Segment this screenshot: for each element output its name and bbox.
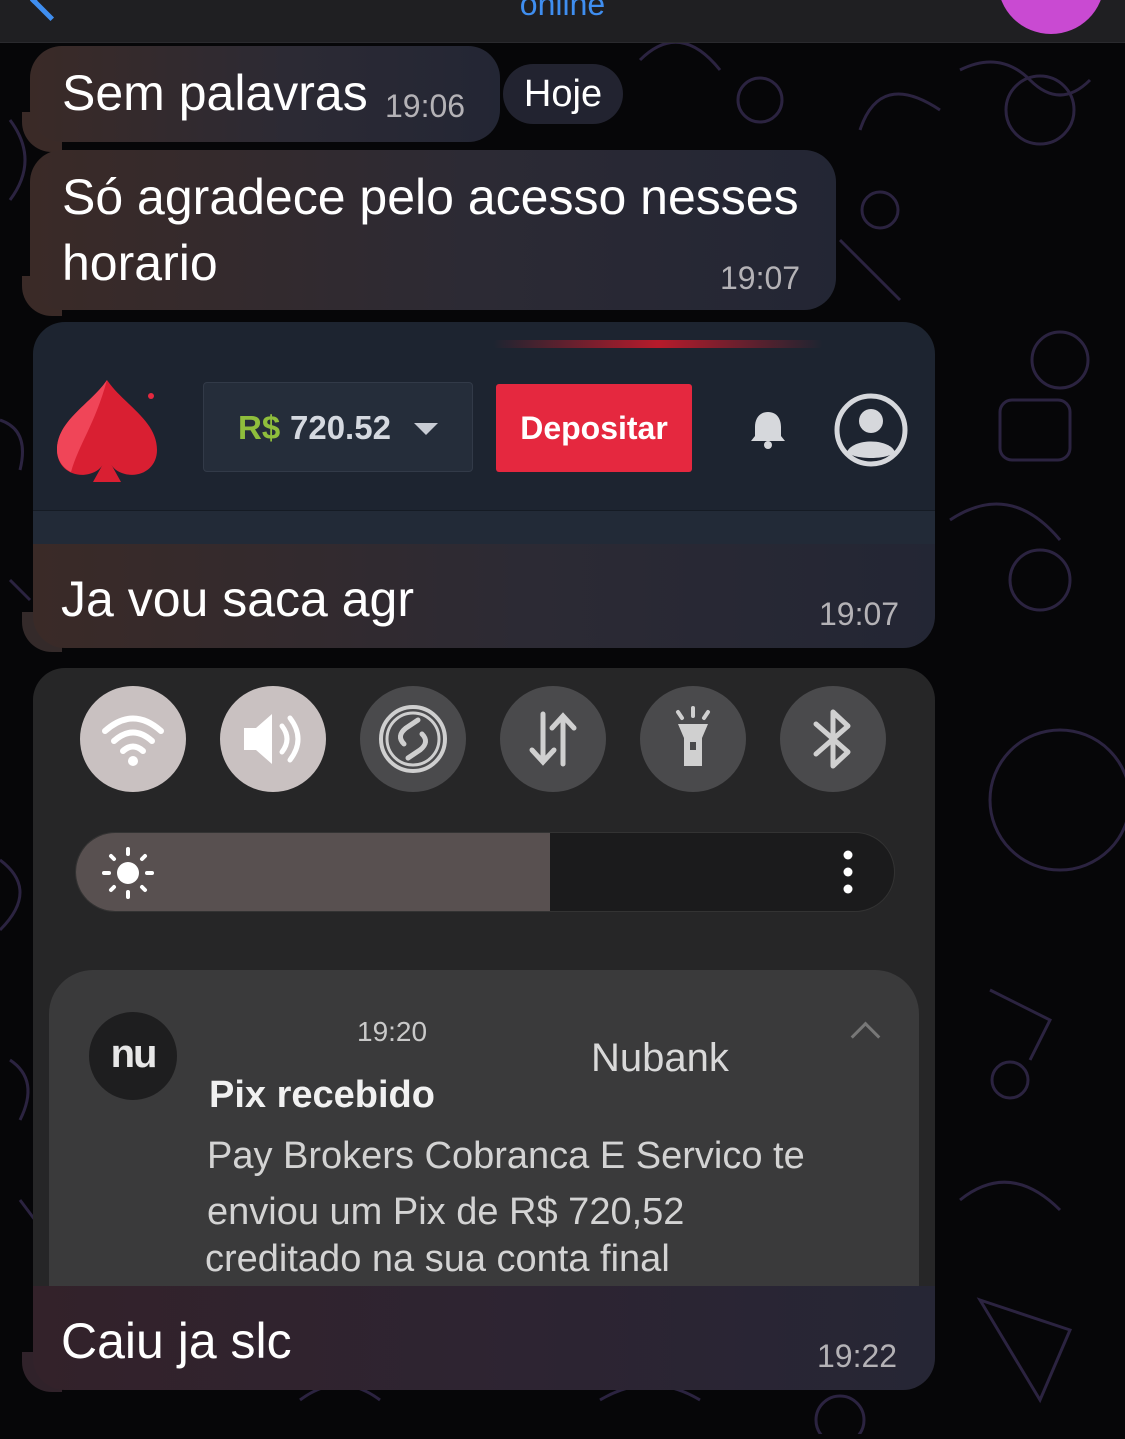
brightness-icon [102, 847, 154, 899]
balance-amount: 720.52 [290, 409, 391, 446]
spade-logo-icon [57, 380, 157, 482]
bluetooth-toggle[interactable] [780, 686, 886, 792]
flashlight-icon [676, 706, 710, 766]
notification-app-name: Nubank [591, 1036, 729, 1080]
volume-icon [244, 714, 301, 764]
deposit-button[interactable]: Depositar [496, 384, 692, 472]
message-time: 19:06 [385, 88, 466, 124]
message-time: 19:07 [720, 260, 801, 296]
header-glow [493, 340, 823, 348]
notification-title: Pix recebido [209, 1074, 435, 1116]
message-time: 19:07 [819, 596, 900, 632]
profile-icon[interactable] [833, 392, 909, 468]
phone-screenshot[interactable]: nu 19:20 Nubank Pix recebido Pay Brokers… [33, 668, 935, 1286]
date-separator: Hoje [503, 64, 623, 124]
data-transfer-icon [529, 711, 577, 767]
contact-avatar[interactable] [998, 0, 1104, 34]
nubank-notification[interactable]: nu 19:20 Nubank Pix recebido Pay Brokers… [49, 970, 919, 1286]
message-text: Ja vou saca agr [61, 571, 414, 627]
sound-toggle[interactable] [220, 686, 326, 792]
message-time: 19:22 [817, 1338, 898, 1374]
sync-toggle[interactable] [360, 686, 466, 792]
balance-dropdown[interactable]: R$ 720.52 [203, 382, 473, 472]
bluetooth-icon [813, 709, 851, 769]
nubank-logo: nu [89, 1012, 177, 1100]
chevron-down-icon [414, 423, 438, 435]
bell-icon[interactable] [748, 408, 788, 450]
chat-header: online [0, 0, 1125, 43]
message-text-line2: horario [62, 235, 218, 291]
sync-icon [379, 705, 447, 773]
casino-subheader [33, 510, 935, 544]
flashlight-toggle[interactable] [640, 686, 746, 792]
contact-status: online [519, 0, 606, 22]
message-text: Caiu ja slc [61, 1313, 292, 1369]
message-text: Sem palavras [62, 65, 368, 121]
notification-extra: creditado na sua conta final [205, 1238, 670, 1280]
message-text-line1: Só agradece pelo acesso nesses [62, 169, 799, 225]
wifi-icon [102, 715, 164, 766]
more-vertical-icon[interactable] [838, 849, 858, 895]
balance-currency: R$ [238, 409, 281, 446]
casino-screenshot[interactable]: R$ 720.52 Depositar [33, 322, 935, 544]
wifi-toggle[interactable] [80, 686, 186, 792]
notification-body: Pay Brokers Cobranca E Servico te enviou… [207, 1135, 805, 1233]
message-caption[interactable]: Caiu ja slc 19:22 [33, 1286, 935, 1390]
message-bubble[interactable]: Só agradece pelo acesso nesses horario 1… [30, 150, 836, 310]
message-bubble[interactable]: Sem palavras 19:06 [30, 46, 500, 142]
chevron-up-icon[interactable] [850, 1021, 881, 1052]
mobile-data-toggle[interactable] [500, 686, 606, 792]
message-caption[interactable]: Ja vou saca agr 19:07 [33, 544, 935, 648]
notification-time: 19:20 [357, 1016, 428, 1047]
brightness-slider[interactable] [75, 832, 895, 912]
